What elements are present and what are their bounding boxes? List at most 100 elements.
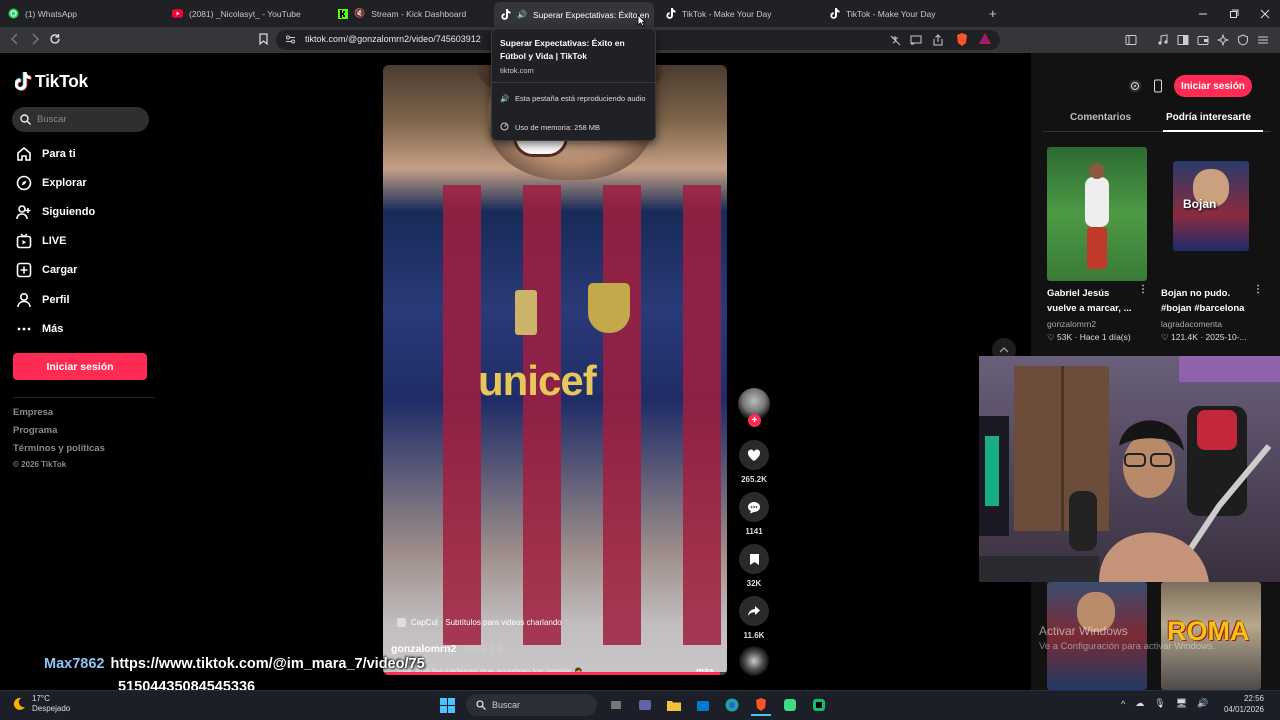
music-disc-icon[interactable] [739, 646, 769, 676]
comment-icon[interactable] [739, 492, 769, 522]
tab-tiktok-3[interactable]: TikTok - Make Your Day [829, 4, 979, 23]
chat-username: Max7862 [44, 656, 105, 672]
url-text: tiktok.com/@gonzalomrn2/video/745603912 [305, 34, 481, 44]
heart-outline-icon: ♡ [1161, 332, 1169, 342]
share-icon[interactable] [932, 34, 944, 46]
tiktok-icon [665, 8, 676, 19]
speaker-muted-icon[interactable]: 🔇 [354, 8, 365, 19]
volume-icon[interactable]: 🔊 [1197, 698, 1208, 709]
no-translate-icon[interactable] [889, 34, 901, 46]
footer-link-empresa[interactable]: Empresa [13, 407, 53, 418]
onedrive-icon[interactable]: ☁ [1135, 698, 1144, 709]
brave-rewards-icon[interactable] [978, 32, 992, 46]
bookmark-icon[interactable] [739, 544, 769, 574]
nav-label: Para ti [42, 148, 76, 160]
share-arrow-icon[interactable] [739, 596, 769, 626]
nav-mas[interactable]: Más [15, 320, 63, 338]
taskbar-search[interactable]: Buscar [466, 694, 597, 716]
brave-shield-icon[interactable] [955, 32, 969, 47]
windows-start-icon[interactable] [437, 694, 457, 716]
sidebar-panel-icon[interactable] [1125, 34, 1137, 46]
compass-small-icon[interactable] [1128, 79, 1142, 93]
chevron-up-icon [999, 347, 1009, 353]
leo-ai-icon[interactable] [1217, 34, 1229, 46]
jersey-stripe [603, 185, 641, 645]
speaker-icon[interactable]: 🔊 [517, 10, 527, 19]
tab-youtube[interactable]: (2081) _Nicolasyt_ - YouTube [172, 4, 322, 23]
bookmark-icon[interactable] [259, 33, 268, 45]
chevron-up-icon[interactable]: ^ [1121, 699, 1125, 709]
reload-icon[interactable] [49, 33, 61, 45]
comment-action[interactable]: 1141 [737, 492, 771, 536]
login-button[interactable]: Iniciar sesión [13, 353, 147, 380]
nav-siguiendo[interactable]: Siguiendo [15, 203, 95, 221]
nav-explorar[interactable]: Explorar [15, 174, 87, 192]
card-author[interactable]: gonzalomrn2 [1047, 319, 1096, 329]
activate-windows-subtext: Ve a Configuración para activar Windows. [1039, 641, 1216, 652]
cast-icon[interactable] [910, 34, 922, 46]
save-action[interactable]: 32K [737, 544, 771, 588]
site-settings-icon[interactable] [285, 34, 296, 45]
nav-label: Siguiendo [42, 206, 96, 218]
footer-link-terminos[interactable]: Términos y políticas [13, 443, 105, 454]
tiktok-logo[interactable]: TikTok [15, 71, 88, 92]
weather-widget[interactable]: 17°C Despejado [12, 694, 70, 714]
card-options-icon[interactable]: ⋮ [1138, 284, 1148, 295]
login-button-right[interactable]: Iniciar sesión [1174, 75, 1252, 97]
android-studio-icon[interactable] [780, 694, 800, 716]
footer-link-programa[interactable]: Programa [13, 425, 57, 436]
minimize-icon[interactable] [1187, 0, 1218, 27]
card-author[interactable]: lagradacomenta [1161, 319, 1222, 329]
edge-icon[interactable] [722, 694, 742, 716]
card-title[interactable]: Gabriel Jesús vuelve a marcar, ... [1047, 286, 1141, 316]
teams-icon[interactable] [635, 694, 655, 716]
reading-list-icon[interactable] [1177, 34, 1189, 46]
microphone-icon[interactable]: 🎙 [1154, 698, 1165, 709]
video-thumbnail[interactable]: ROMA [1161, 582, 1261, 690]
new-tab-icon[interactable]: + [989, 6, 997, 21]
back-icon[interactable] [10, 33, 20, 45]
nav-live[interactable]: LIVE [15, 232, 66, 250]
share-action[interactable]: 11.6K [737, 596, 771, 640]
nav-para-ti[interactable]: Para ti [15, 145, 76, 163]
tab-podria-interesarte[interactable]: Podría interesarte [1166, 112, 1251, 123]
tab-comentarios[interactable]: Comentarios [1070, 112, 1131, 123]
tiktok-icon [829, 8, 840, 19]
card-likes: 53K [1057, 332, 1073, 342]
card-options-icon[interactable]: ⋮ [1253, 284, 1263, 295]
card-title[interactable]: Bojan no pudo. #bojan #barcelona [1161, 286, 1255, 316]
tab-kick[interactable]: 🔇 Stream - Kick Dashboard [337, 4, 487, 23]
tab-label: TikTok - Make Your Day [682, 8, 772, 19]
restore-icon[interactable] [1218, 0, 1249, 27]
clock[interactable]: 22:56 04/01/2026 [1220, 693, 1264, 715]
video-thumbnail[interactable] [1047, 147, 1147, 281]
heart-icon[interactable] [739, 440, 769, 470]
close-window-icon[interactable] [1249, 0, 1280, 27]
video-player[interactable]: unicef CapCut · Subtítulos para videos c… [383, 65, 727, 675]
wallet-icon[interactable] [1197, 34, 1209, 46]
search-icon [476, 700, 486, 710]
like-action[interactable]: 265.2K [737, 440, 771, 484]
follow-plus-icon[interactable]: + [748, 414, 761, 427]
obs-icon[interactable] [809, 694, 829, 716]
nav-perfil[interactable]: Perfil [15, 291, 70, 309]
file-explorer-icon[interactable] [664, 694, 684, 716]
vpn-icon[interactable] [1237, 34, 1249, 46]
network-icon[interactable]: 🖥 [1176, 698, 1187, 709]
media-icon[interactable] [1157, 34, 1169, 46]
store-icon[interactable] [693, 694, 713, 716]
forward-icon[interactable] [30, 33, 40, 45]
search-input[interactable]: Buscar [12, 107, 149, 132]
video-thumbnail[interactable]: Bojan [1173, 161, 1249, 251]
device-icon[interactable] [1152, 79, 1164, 93]
tab-tiktok-2[interactable]: TikTok - Make Your Day [665, 4, 815, 23]
capcut-tag[interactable]: CapCut · Subtítulos para videos charland… [397, 618, 562, 627]
nav-cargar[interactable]: Cargar [15, 261, 77, 279]
tab-whatsapp[interactable]: (1) WhatsApp [8, 4, 158, 23]
task-view-icon[interactable] [606, 694, 626, 716]
video-progress-bar[interactable] [383, 672, 727, 675]
music-disc[interactable] [737, 646, 771, 676]
tab-active-tiktok[interactable]: 🔊 Superar Expectativas: Éxito en ✕ [494, 2, 654, 27]
menu-icon[interactable] [1257, 34, 1269, 46]
brave-icon[interactable] [751, 694, 771, 716]
